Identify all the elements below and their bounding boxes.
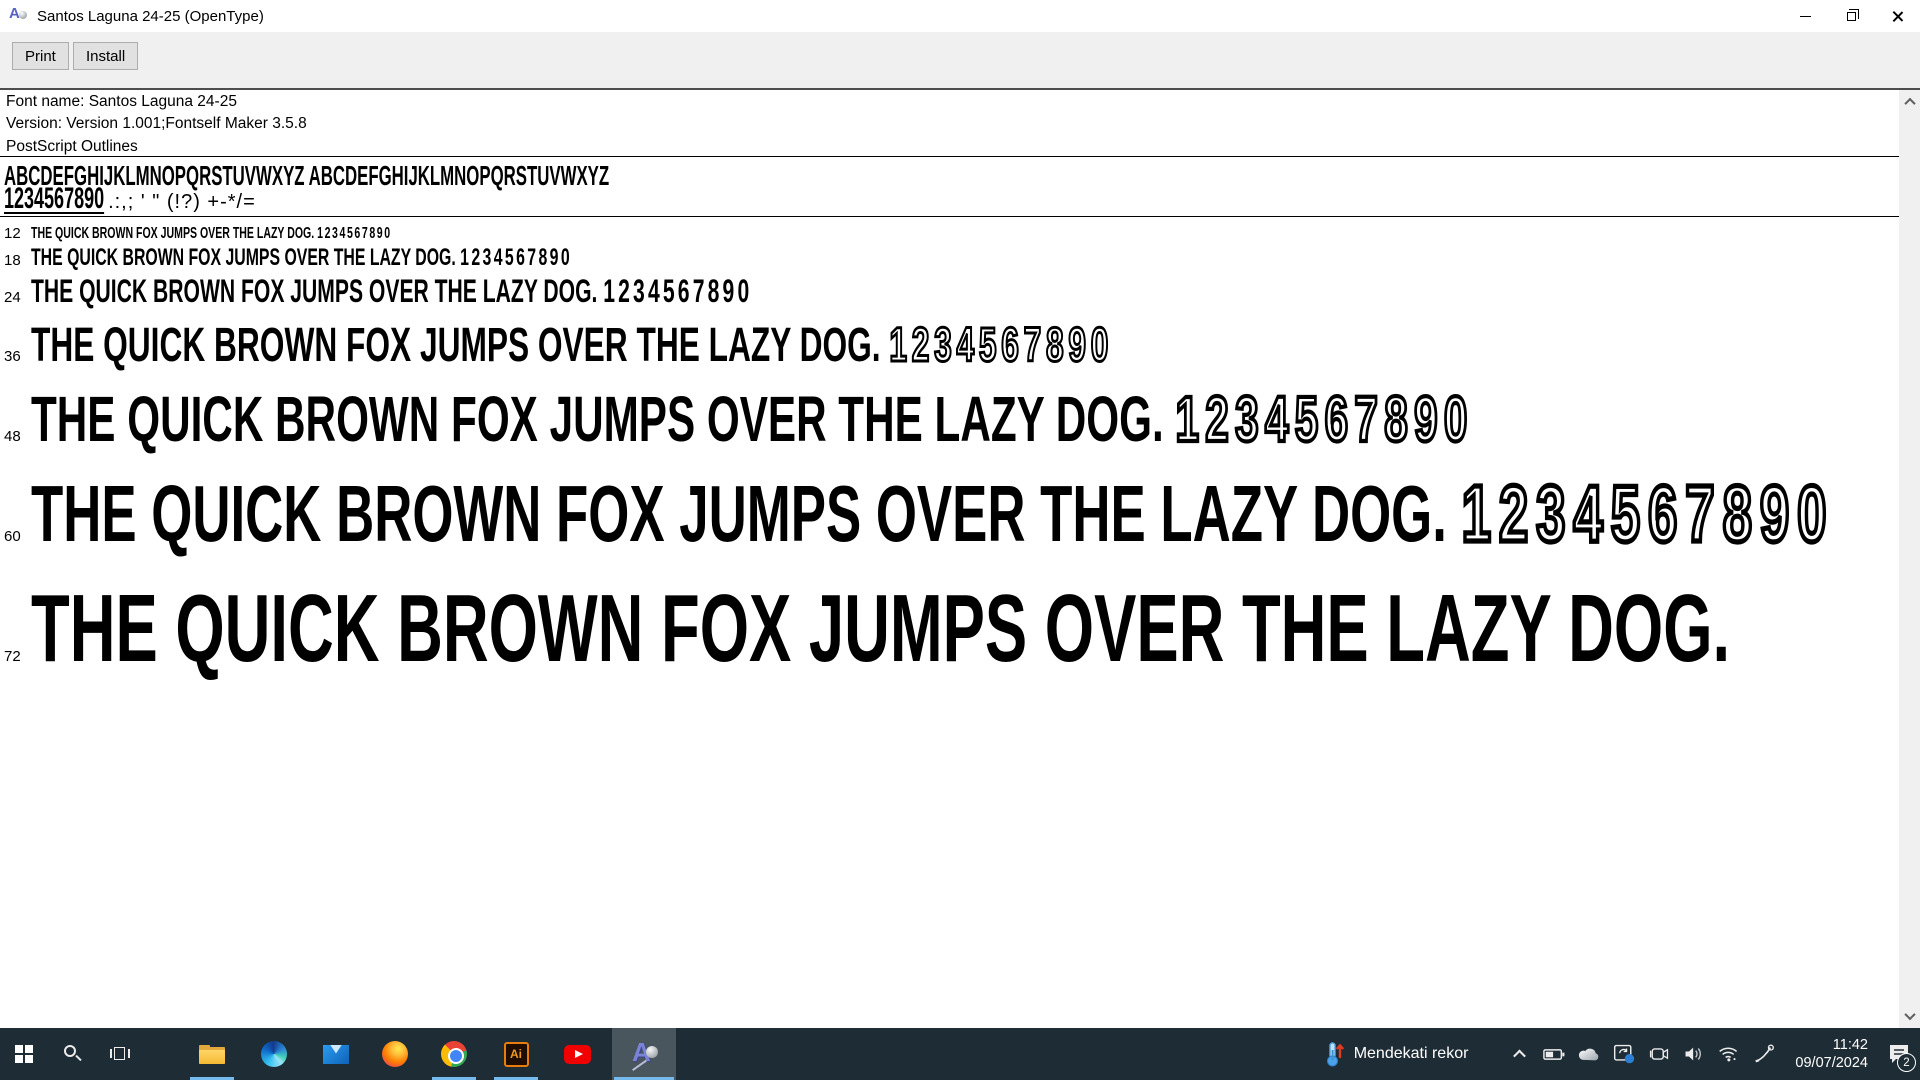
fontview-icon: A [630,1037,658,1071]
chevron-down-icon [1903,1008,1916,1021]
illustrator-icon: Ai [503,1041,529,1067]
size-label-48: 48 [4,428,21,445]
task-view-icon [110,1046,130,1062]
fontview-app-icon: A [9,5,27,25]
font-version-line: Version: Version 1.001;Fontself Maker 3.… [6,115,307,133]
date: 09/07/2024 [1795,1055,1868,1071]
fontview-window: A Santos Laguna 24-25 (OpenType) Print I… [0,0,1920,1028]
size-label-60: 60 [4,528,21,545]
minimize-button[interactable] [1782,0,1828,32]
size-label-24: 24 [4,289,21,306]
youtube-button[interactable] [553,1028,601,1080]
separator-1 [0,156,1899,157]
start-button[interactable] [0,1028,48,1080]
punctuation-sample: .:,; ' " (!?) +-*/= [108,191,256,213]
edge-icon [261,1041,287,1067]
close-button[interactable] [1874,0,1920,32]
font-preview-area: Font name: Santos Laguna 24-25 Version: … [0,90,1920,1028]
meet-now-icon[interactable] [1648,1041,1670,1067]
chevron-up-icon [1513,1049,1526,1062]
onedrive-icon[interactable] [1578,1041,1600,1067]
fontview-taskbar-button[interactable]: A [612,1028,676,1080]
illustrator-button[interactable]: Ai [492,1028,540,1080]
pen-icon[interactable] [1753,1041,1775,1067]
separator-2 [0,216,1899,217]
wifi-icon[interactable] [1718,1041,1740,1067]
news-weather-widget[interactable]: Mendekati rekor [1311,1028,1481,1080]
task-view-button[interactable] [96,1028,144,1080]
hidden-icons-button[interactable] [1508,1041,1530,1067]
size-label-36: 36 [4,348,21,365]
sample-row-60pt: 60 THE QUICK BROWN FOX JUMPS OVER THE LA… [4,468,1835,560]
firefox-button[interactable] [371,1028,419,1080]
notification-badge: 2 [1897,1053,1916,1072]
sample-row-48pt: 48 THE QUICK BROWN FOX JUMPS OVER THE LA… [4,382,1474,456]
digits-sample-line: 1234567890 .:,; ' " (!?) +-*/= [4,182,256,215]
vertical-scrollbar[interactable] [1899,90,1920,1028]
font-name-line: Font name: Santos Laguna 24-25 [6,93,237,110]
digits-sample: 1234567890 [4,182,105,215]
thermometer-icon [1326,1042,1344,1067]
chevron-up-icon [1903,97,1916,110]
font-info: Font name: Santos Laguna 24-25 Version: … [6,91,307,158]
file-explorer-icon [199,1044,225,1064]
search-icon [62,1044,82,1064]
scroll-up-button[interactable] [1899,92,1920,112]
youtube-icon [563,1044,591,1064]
search-button[interactable] [48,1028,96,1080]
sample-row-24pt: 24 THE QUICK BROWN FOX JUMPS OVER THE LA… [4,273,753,309]
close-icon [1891,10,1904,23]
battery-icon[interactable] [1543,1041,1565,1067]
time: 11:42 [1832,1037,1868,1053]
sync-display-icon[interactable] [1613,1041,1635,1067]
action-center-button[interactable]: 2 [1882,1028,1916,1080]
scroll-down-button[interactable] [1899,1006,1920,1026]
mail-icon [323,1044,349,1064]
toolbar: Print Install [0,32,1920,88]
sample-row-72pt: 72 THE QUICK BROWN FOX JUMPS OVER THE LA… [4,575,1731,682]
size-label-72: 72 [4,648,21,665]
edge-button[interactable] [250,1028,298,1080]
file-explorer-button[interactable] [188,1028,236,1080]
font-outline-line: PostScript Outlines [6,137,138,155]
size-label-18: 18 [4,252,21,269]
restore-icon [1846,8,1859,21]
size-label-12: 12 [4,225,21,242]
restore-button[interactable] [1828,0,1874,32]
clock[interactable]: 11:42 09/07/2024 [1789,1036,1874,1072]
chrome-button[interactable] [430,1028,478,1080]
sample-row-18pt: 18 THE QUICK BROWN FOX JUMPS OVER THE LA… [4,244,573,271]
chrome-icon [441,1041,467,1067]
titlebar: A Santos Laguna 24-25 (OpenType) [0,0,1920,32]
mail-button[interactable] [312,1028,360,1080]
install-button[interactable]: Install [73,42,139,70]
windows-logo-icon [15,1045,33,1063]
widget-headline: Mendekati rekor [1353,1045,1469,1062]
print-button[interactable]: Print [12,42,69,70]
firefox-icon [382,1041,408,1067]
taskbar: Ai A Mendekati rekor 11:42 09/07/2024 2 [0,1028,1920,1080]
minimize-icon [1799,15,1811,17]
window-title: Santos Laguna 24-25 (OpenType) [37,7,264,25]
volume-icon[interactable] [1683,1041,1705,1067]
sample-row-36pt: 36 THE QUICK BROWN FOX JUMPS OVER THE LA… [4,318,1114,373]
sample-row-12pt: 12 THE QUICK BROWN FOX JUMPS OVER THE LA… [4,225,392,242]
